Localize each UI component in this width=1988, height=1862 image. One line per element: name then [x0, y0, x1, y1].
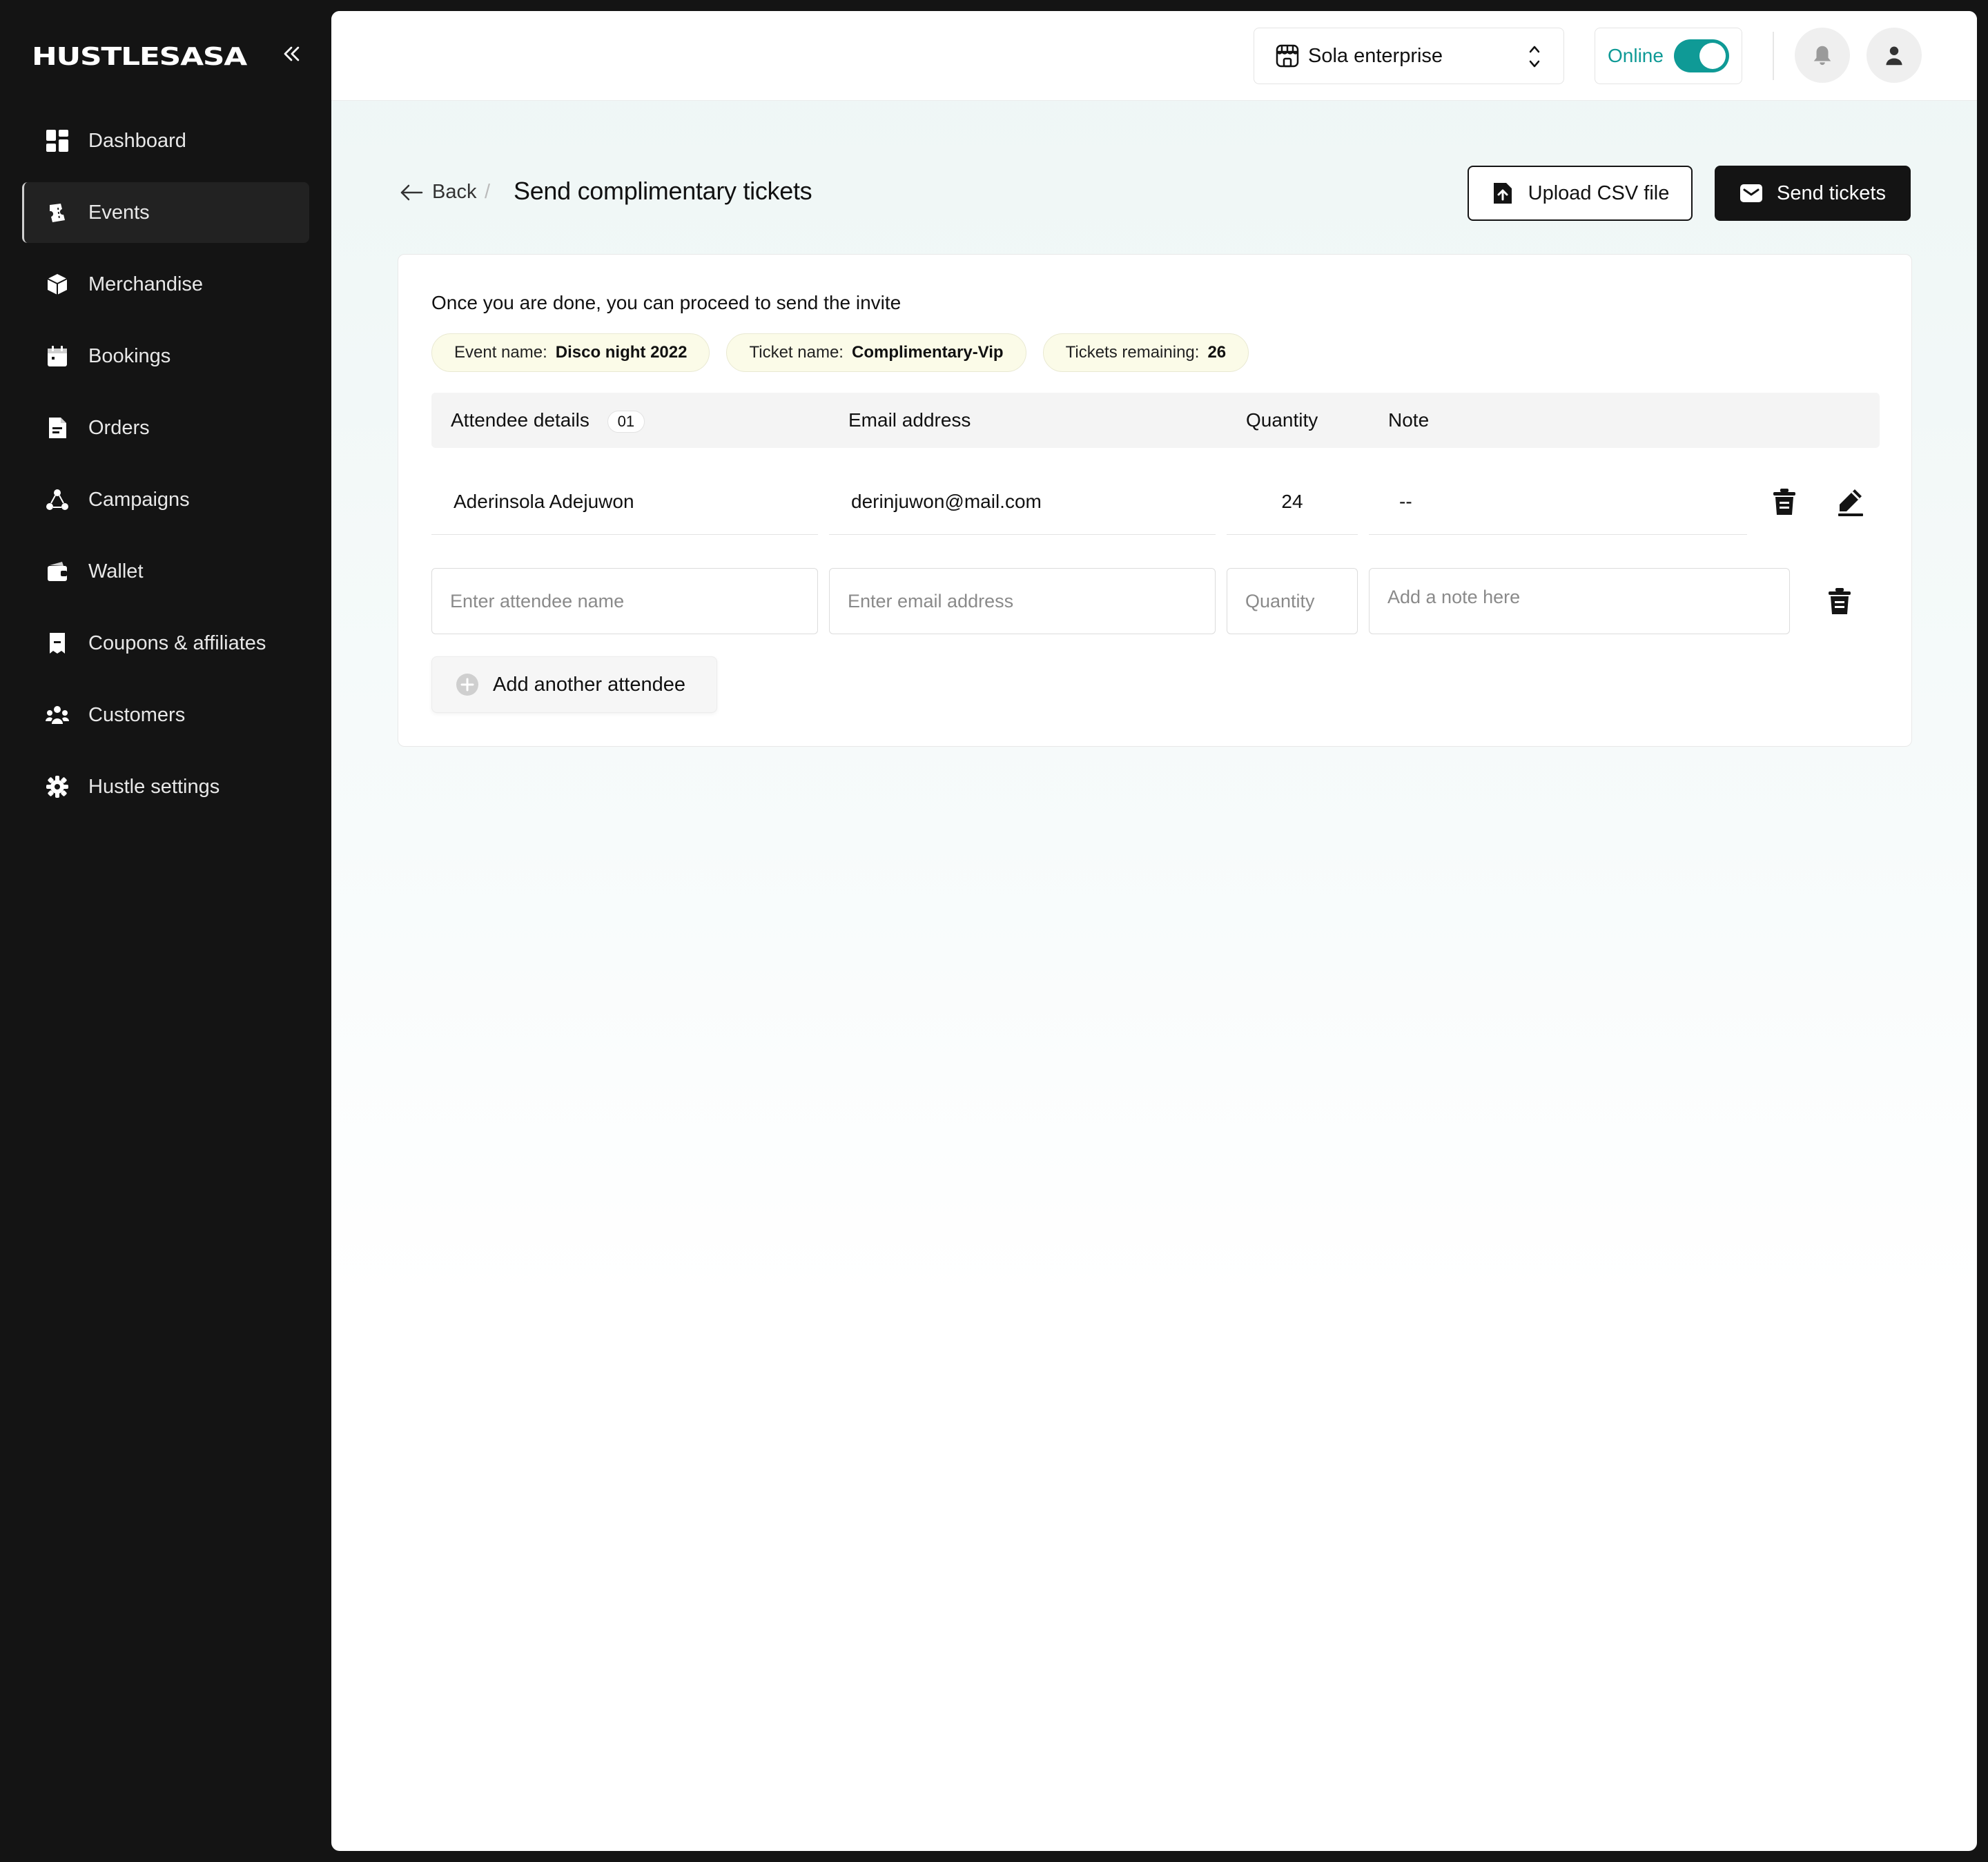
- sidebar-item-label: Merchandise: [88, 273, 204, 295]
- ticket-info-chips: Event name: Disco night 2022 Ticket name…: [431, 333, 1249, 372]
- topbar-divider: [1773, 32, 1774, 80]
- business-selector[interactable]: Sola enterprise: [1254, 28, 1564, 84]
- column-label: Attendee details: [451, 409, 589, 431]
- calendar-icon: [46, 344, 69, 368]
- orders-icon: [46, 416, 69, 440]
- user-account-button[interactable]: [1867, 28, 1922, 83]
- ticket-name-chip: Ticket name: Complimentary-Vip: [726, 333, 1026, 372]
- page-title: Send complimentary tickets: [514, 177, 812, 205]
- event-name-chip: Event name: Disco night 2022: [431, 333, 710, 372]
- attendee-count-badge: 01: [607, 410, 645, 433]
- double-chevron-left-icon: [284, 46, 300, 61]
- customers-icon: [46, 703, 69, 727]
- send-tickets-button[interactable]: Send tickets: [1715, 166, 1911, 221]
- coupon-icon: [46, 631, 69, 655]
- sidebar-item-campaigns[interactable]: Campaigns: [22, 469, 309, 530]
- attendee-table-header: Attendee details 01 Email address Quanti…: [431, 393, 1880, 448]
- sidebar-item-coupons-affiliates[interactable]: Coupons & affiliates: [22, 613, 309, 674]
- instruction-text: Once you are done, you can proceed to se…: [431, 292, 902, 313]
- edit-row-button[interactable]: [1834, 485, 1867, 518]
- user-icon: [1886, 46, 1902, 66]
- send-tickets-label: Send tickets: [1777, 182, 1886, 204]
- chip-value: Disco night 2022: [555, 343, 688, 362]
- notifications-button[interactable]: [1795, 28, 1850, 83]
- sidebar-item-events[interactable]: Events: [22, 182, 309, 243]
- sidebar-item-orders[interactable]: Orders: [22, 398, 309, 458]
- table-row-note: --: [1369, 469, 1747, 535]
- delete-new-row-button[interactable]: [1823, 585, 1856, 618]
- main-panel: Sola enterprise Online Back / Send compl…: [331, 11, 1977, 1851]
- box-icon: [46, 273, 69, 296]
- sidebar: HUSTLESASA Dashboard Events Merchandise: [0, 0, 331, 1862]
- column-quantity: Quantity: [1246, 409, 1318, 431]
- sidebar-item-label: Wallet: [88, 560, 144, 582]
- table-row-email: derinjuwon@mail.com: [829, 469, 1216, 535]
- sidebar-item-merchandise[interactable]: Merchandise: [22, 254, 309, 315]
- tickets-remaining-chip: Tickets remaining: 26: [1042, 333, 1249, 372]
- attendee-name-input[interactable]: [431, 568, 818, 634]
- topbar: Sola enterprise Online: [331, 11, 1977, 101]
- sidebar-item-label: Customers: [88, 703, 186, 726]
- chevron-up-down-icon: [1529, 46, 1540, 68]
- column-note: Note: [1388, 409, 1430, 431]
- toggle-knob: [1699, 43, 1726, 69]
- sidebar-item-label: Bookings: [88, 344, 171, 367]
- sidebar-nav: Dashboard Events Merchandise Bookings Or…: [22, 110, 309, 828]
- table-row-quantity: 24: [1227, 469, 1358, 535]
- bell-icon: [1813, 46, 1831, 66]
- add-another-attendee-button[interactable]: Add another attendee: [431, 656, 717, 713]
- campaigns-icon: [46, 488, 69, 511]
- sidebar-item-hustle-settings[interactable]: Hustle settings: [22, 756, 309, 817]
- trash-icon: [1829, 588, 1851, 614]
- trash-icon: [1773, 489, 1795, 515]
- chip-label: Event name:: [454, 343, 547, 362]
- sidebar-item-label: Campaigns: [88, 488, 190, 511]
- hustlesasa-logo[interactable]: HUSTLESASA: [32, 43, 247, 71]
- back-label: Back: [432, 181, 477, 203]
- chip-label: Ticket name:: [749, 343, 844, 362]
- chip-value: 26: [1207, 343, 1227, 362]
- pencil-icon: [1838, 489, 1863, 516]
- sidebar-item-wallet[interactable]: Wallet: [22, 541, 309, 602]
- sidebar-item-label: Orders: [88, 416, 150, 439]
- file-upload-icon: [1493, 183, 1512, 204]
- online-status: Online: [1595, 28, 1742, 84]
- business-name: Sola enterprise: [1308, 44, 1443, 67]
- sidebar-item-label: Events: [88, 201, 150, 224]
- note-input[interactable]: [1369, 568, 1790, 634]
- arrow-left-icon: [400, 184, 423, 200]
- upload-csv-label: Upload CSV file: [1528, 182, 1670, 204]
- back-link[interactable]: Back: [399, 181, 476, 204]
- breadcrumb-separator: /: [485, 181, 491, 203]
- online-label: Online: [1608, 45, 1664, 66]
- online-toggle[interactable]: [1674, 39, 1729, 72]
- chip-label: Tickets remaining:: [1065, 343, 1200, 362]
- upload-csv-button[interactable]: Upload CSV file: [1468, 166, 1693, 221]
- store-icon: [1276, 44, 1299, 68]
- table-row-name: Aderinsola Adejuwon: [431, 469, 818, 535]
- email-address-input[interactable]: [829, 568, 1216, 634]
- events-icon: [46, 201, 69, 224]
- quantity-input[interactable]: [1227, 568, 1358, 634]
- sidebar-item-label: Coupons & affiliates: [88, 631, 266, 654]
- column-attendee-details: Attendee details 01: [451, 409, 645, 433]
- sidebar-item-dashboard[interactable]: Dashboard: [22, 110, 309, 171]
- sidebar-item-label: Hustle settings: [88, 775, 220, 798]
- sidebar-item-customers[interactable]: Customers: [22, 685, 309, 745]
- dashboard-icon: [46, 129, 69, 153]
- sidebar-item-label: Dashboard: [88, 129, 186, 152]
- wallet-icon: [46, 560, 69, 583]
- delete-row-button[interactable]: [1768, 485, 1801, 518]
- envelope-icon: [1740, 184, 1762, 202]
- plus-circle-icon: [456, 674, 478, 696]
- column-email-address: Email address: [848, 409, 971, 431]
- attendees-card: Once you are done, you can proceed to se…: [398, 254, 1912, 747]
- chip-value: Complimentary-Vip: [851, 343, 1004, 362]
- sidebar-item-bookings[interactable]: Bookings: [22, 326, 309, 386]
- collapse-sidebar-button[interactable]: [277, 40, 305, 68]
- settings-gear-icon: [46, 775, 69, 798]
- add-attendee-label: Add another attendee: [493, 673, 685, 696]
